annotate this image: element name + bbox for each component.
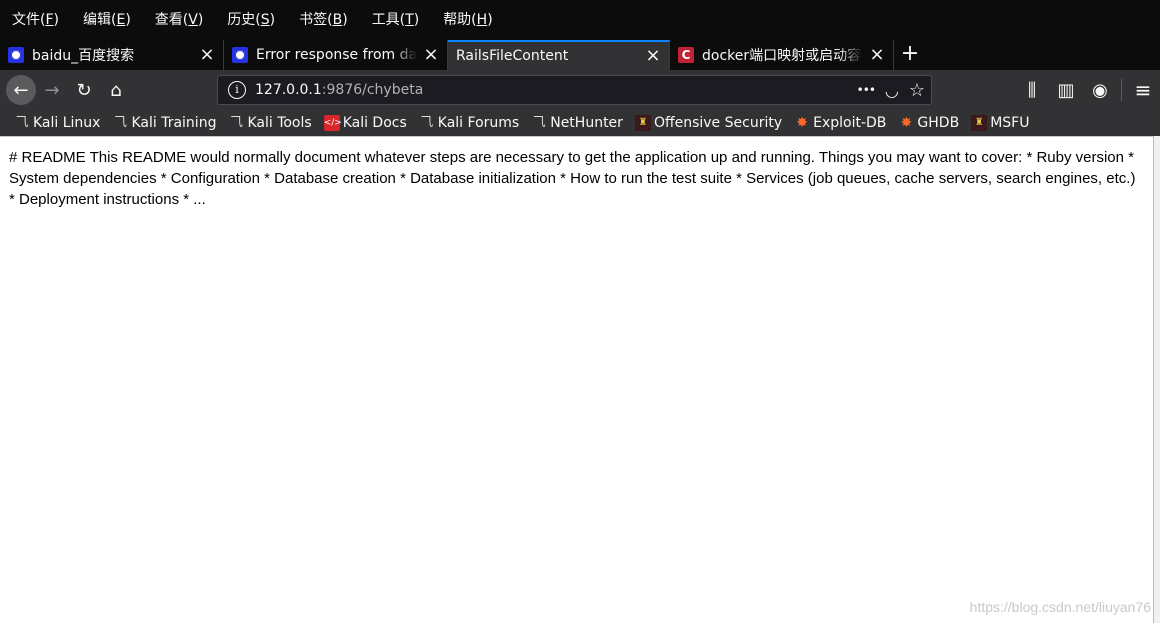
forward-button[interactable]: → <box>36 74 68 106</box>
close-icon[interactable]: × <box>869 46 885 64</box>
baidu-paw-icon <box>232 47 248 63</box>
exploitdb-icon: ✸ <box>796 115 808 131</box>
tab-title: baidu_百度搜索 <box>32 48 135 64</box>
readme-text: # README This README would normally docu… <box>9 149 1136 208</box>
csdn-icon: C <box>678 47 694 63</box>
bookmark-kali-forums[interactable]: ⺄ Kali Forums <box>419 115 519 131</box>
tab-baidu[interactable]: baidu_百度搜索 × <box>0 40 224 70</box>
tab-railsfilecontent[interactable]: RailsFileContent × <box>448 40 670 70</box>
menu-history[interactable]: 历史(S) <box>221 0 281 40</box>
bookmark-kali-docs[interactable]: </> Kali Docs <box>323 115 407 131</box>
sidebar-icon[interactable]: ▥ <box>1049 74 1083 106</box>
menu-help[interactable]: 帮助(H) <box>437 0 498 40</box>
offsec-icon: ♜ <box>634 115 651 131</box>
hamburger-menu-icon[interactable]: ≡ <box>1126 74 1160 106</box>
tab-docker[interactable]: C docker端口映射或启动容器 × <box>670 40 894 70</box>
close-icon[interactable]: × <box>423 46 439 64</box>
close-icon[interactable]: × <box>645 47 661 65</box>
back-button[interactable]: ← <box>6 75 36 105</box>
url-actions: ••• ◡ ☆ <box>857 76 925 104</box>
info-icon[interactable]: i <box>228 81 246 99</box>
toolbar-right: ⫼ ▥ ◉ ≡ <box>1015 70 1160 110</box>
kali-dragon-icon: ⺄ <box>532 115 546 130</box>
menu-bookmarks[interactable]: 书签(B) <box>293 0 354 40</box>
page-actions-icon[interactable]: ••• <box>857 83 876 97</box>
navigation-bar: ← → ↻ ⌂ i 127.0.0.1:9876/chybeta ••• ◡ ☆… <box>0 70 1160 110</box>
url-bar[interactable]: i 127.0.0.1:9876/chybeta ••• ◡ ☆ <box>217 75 932 105</box>
toolbar-separator <box>1121 79 1122 101</box>
url-path: :9876/chybeta <box>321 82 424 98</box>
bookmark-offensive-security[interactable]: ♜ Offensive Security <box>634 115 782 131</box>
menu-tools[interactable]: 工具(T) <box>366 0 426 40</box>
bookmark-exploit-db[interactable]: ✸ Exploit-DB <box>794 115 886 131</box>
bookmark-kali-linux[interactable]: ⺄ Kali Linux <box>14 115 100 131</box>
bookmark-star-icon[interactable]: ☆ <box>909 80 925 101</box>
kali-dragon-icon: ⺄ <box>113 115 127 130</box>
kali-dragon-icon: ⺄ <box>229 115 243 130</box>
baidu-paw-icon <box>8 47 24 63</box>
watermark: https://blog.csdn.net/liuyan76 <box>969 599 1151 615</box>
url-host: 127.0.0.1 <box>255 82 322 98</box>
bookmark-ghdb[interactable]: ✸ GHDB <box>898 115 960 131</box>
menu-file[interactable]: 文件(F) <box>6 0 65 40</box>
pocket-icon[interactable]: ◡ <box>885 81 899 100</box>
menu-edit[interactable]: 编辑(E) <box>77 0 137 40</box>
bookmark-msfu[interactable]: ♜ MSFU <box>971 115 1029 131</box>
bookmark-kali-tools[interactable]: ⺄ Kali Tools <box>228 115 312 131</box>
bookmark-kali-training[interactable]: ⺄ Kali Training <box>112 115 217 131</box>
library-icon[interactable]: ⫼ <box>1015 74 1049 106</box>
page-content: # README This README would normally docu… <box>0 136 1153 623</box>
tab-title: Error response from daemon <box>256 47 417 63</box>
menu-view[interactable]: 查看(V) <box>149 0 210 40</box>
bookmark-nethunter[interactable]: ⺄ NetHunter <box>531 115 623 131</box>
tab-title: RailsFileContent <box>456 48 569 64</box>
close-icon[interactable]: × <box>199 46 215 64</box>
offsec-icon: ♜ <box>971 115 988 131</box>
tab-title: docker端口映射或启动容器 <box>702 45 863 65</box>
reload-button[interactable]: ↻ <box>68 74 100 106</box>
menu-bar: 文件(F) 编辑(E) 查看(V) 历史(S) 书签(B) 工具(T) 帮助(H… <box>0 0 1160 40</box>
new-tab-button[interactable]: + <box>894 40 926 70</box>
kali-docs-icon: </> <box>323 115 342 131</box>
window-edge <box>1153 136 1160 623</box>
tab-error-response[interactable]: Error response from daemon × <box>224 40 448 70</box>
kali-dragon-icon: ⺄ <box>15 115 29 130</box>
account-icon[interactable]: ◉ <box>1083 74 1117 106</box>
exploitdb-icon: ✸ <box>900 115 913 131</box>
bookmarks-toolbar: ⺄ Kali Linux ⺄ Kali Training ⺄ Kali Tools <… <box>0 110 1160 136</box>
home-button[interactable]: ⌂ <box>100 74 132 106</box>
tab-strip: baidu_百度搜索 × Error response from daemon … <box>0 40 1160 70</box>
kali-dragon-icon: ⺄ <box>420 115 434 130</box>
